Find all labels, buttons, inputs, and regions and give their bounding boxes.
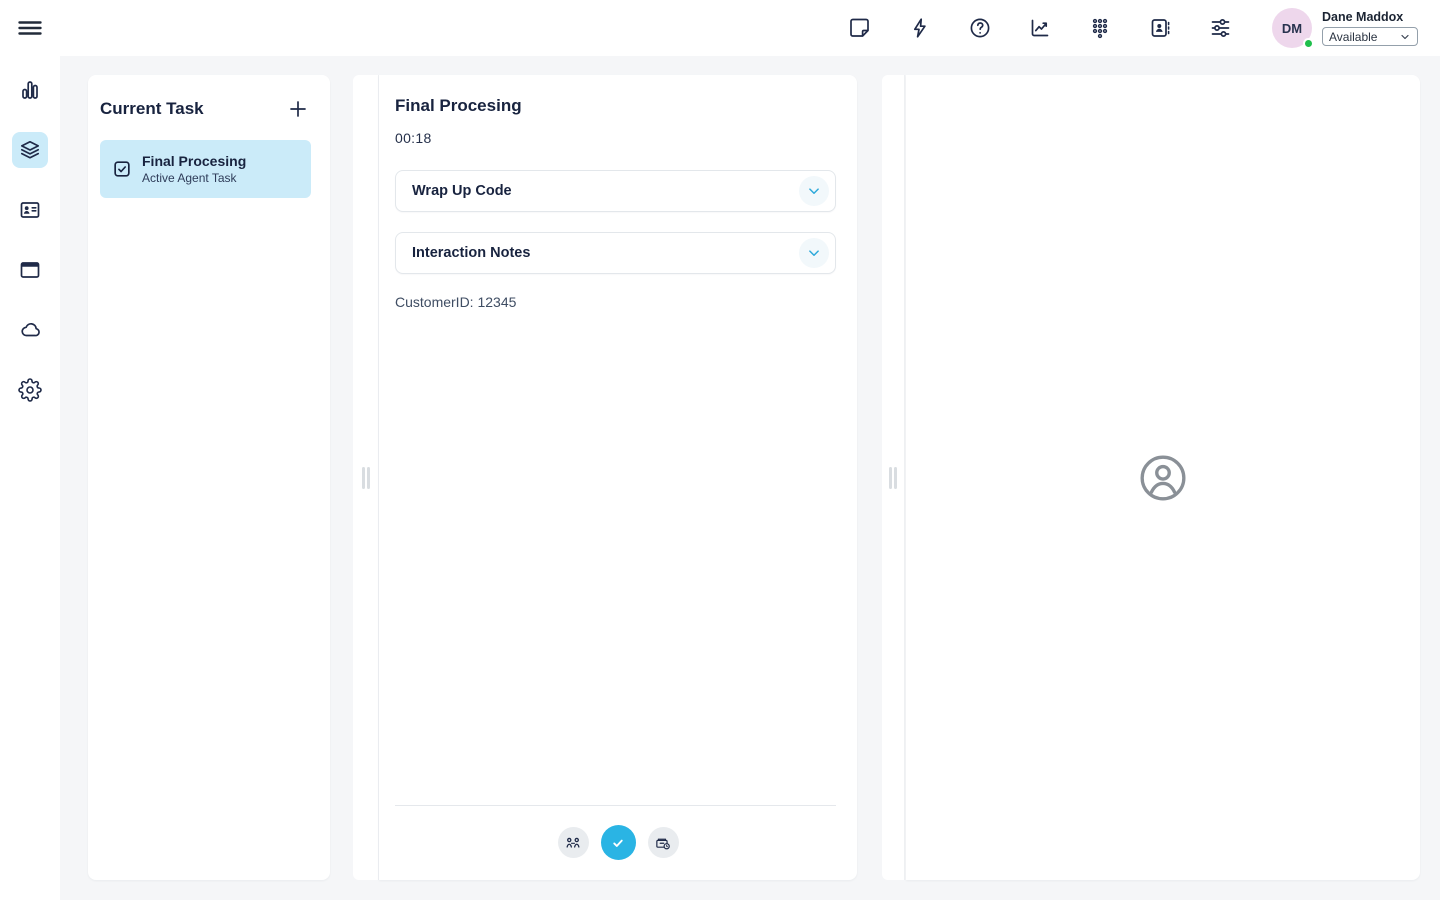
current-task-panel: Current Task Final Procesing Active Agen… <box>88 75 330 880</box>
settings-gear-icon <box>18 378 42 402</box>
task-timer: 00:18 <box>395 129 836 147</box>
chevron-down-icon[interactable] <box>799 238 829 268</box>
resize-handle-icon[interactable] <box>889 467 897 489</box>
status-green-dot <box>1303 38 1314 49</box>
help-icon[interactable] <box>968 16 992 40</box>
park-interaction-icon[interactable] <box>648 827 679 858</box>
task-action-bar <box>379 825 857 860</box>
layers-icon <box>18 138 42 162</box>
agent-directory-icon[interactable] <box>1148 16 1172 40</box>
rail-item-cloud[interactable] <box>12 312 48 348</box>
panel-divider-left <box>353 75 379 880</box>
customer-id-text: CustomerID: 12345 <box>395 294 836 311</box>
topbar-actions: DM Dane Maddox Available <box>848 0 1418 56</box>
content-area: Current Task Final Procesing Active Agen… <box>60 56 1440 900</box>
contact-card-icon <box>18 198 42 222</box>
plus-icon[interactable] <box>286 97 310 121</box>
accordion-wrap-up-code[interactable]: Wrap Up Code <box>395 170 836 212</box>
top-bar: DM Dane Maddox Available <box>0 0 1440 56</box>
complete-task-button[interactable] <box>601 825 636 860</box>
customer-panel <box>906 75 1420 880</box>
status-select[interactable]: Available <box>1322 27 1418 46</box>
checkbox-check-icon <box>112 159 132 179</box>
preferences-sliders-icon[interactable] <box>1208 16 1232 40</box>
rail-item-activity[interactable] <box>12 72 48 108</box>
avatar[interactable]: DM <box>1272 8 1312 48</box>
resize-handle-icon[interactable] <box>362 467 370 489</box>
lightning-icon[interactable] <box>908 16 932 40</box>
left-rail <box>0 56 60 900</box>
rail-item-settings[interactable] <box>12 372 48 408</box>
work-panel-title: Final Procesing <box>395 96 836 116</box>
chevron-down-icon <box>1399 31 1411 43</box>
rail-item-tasks[interactable] <box>12 132 48 168</box>
transfer-people-icon[interactable] <box>558 827 589 858</box>
performance-chart-icon[interactable] <box>1028 16 1052 40</box>
actions-divider <box>395 805 836 806</box>
agent-desktop-app: DM Dane Maddox Available <box>0 0 1440 900</box>
user-name: Dane Maddox <box>1322 10 1418 24</box>
work-panel: Final Procesing 00:18 Wrap Up Code Inter… <box>379 75 857 880</box>
activity-bars-icon <box>18 78 42 102</box>
person-circle-icon <box>1138 453 1188 503</box>
check-icon <box>609 834 627 852</box>
accordion-interaction-notes[interactable]: Interaction Notes <box>395 232 836 274</box>
rail-item-contacts[interactable] <box>12 192 48 228</box>
task-card-subtitle: Active Agent Task <box>142 171 246 185</box>
dialpad-icon[interactable] <box>1088 16 1112 40</box>
task-card[interactable]: Final Procesing Active Agent Task <box>100 140 311 198</box>
sticky-note-icon[interactable] <box>848 16 872 40</box>
browser-window-icon <box>18 258 42 282</box>
user-chunk: DM Dane Maddox Available <box>1272 8 1418 48</box>
rail-item-apps[interactable] <box>12 252 48 288</box>
avatar-initials: DM <box>1282 21 1302 36</box>
hamburger-menu-icon[interactable] <box>16 14 44 42</box>
current-task-title: Current Task <box>100 99 204 119</box>
status-select-value: Available <box>1329 30 1377 44</box>
chevron-down-icon[interactable] <box>799 176 829 206</box>
cloud-icon <box>18 318 42 342</box>
task-card-title: Final Procesing <box>142 153 246 169</box>
accordion-label: Interaction Notes <box>412 245 530 261</box>
panel-divider-right <box>882 75 905 880</box>
accordion-label: Wrap Up Code <box>412 183 512 199</box>
